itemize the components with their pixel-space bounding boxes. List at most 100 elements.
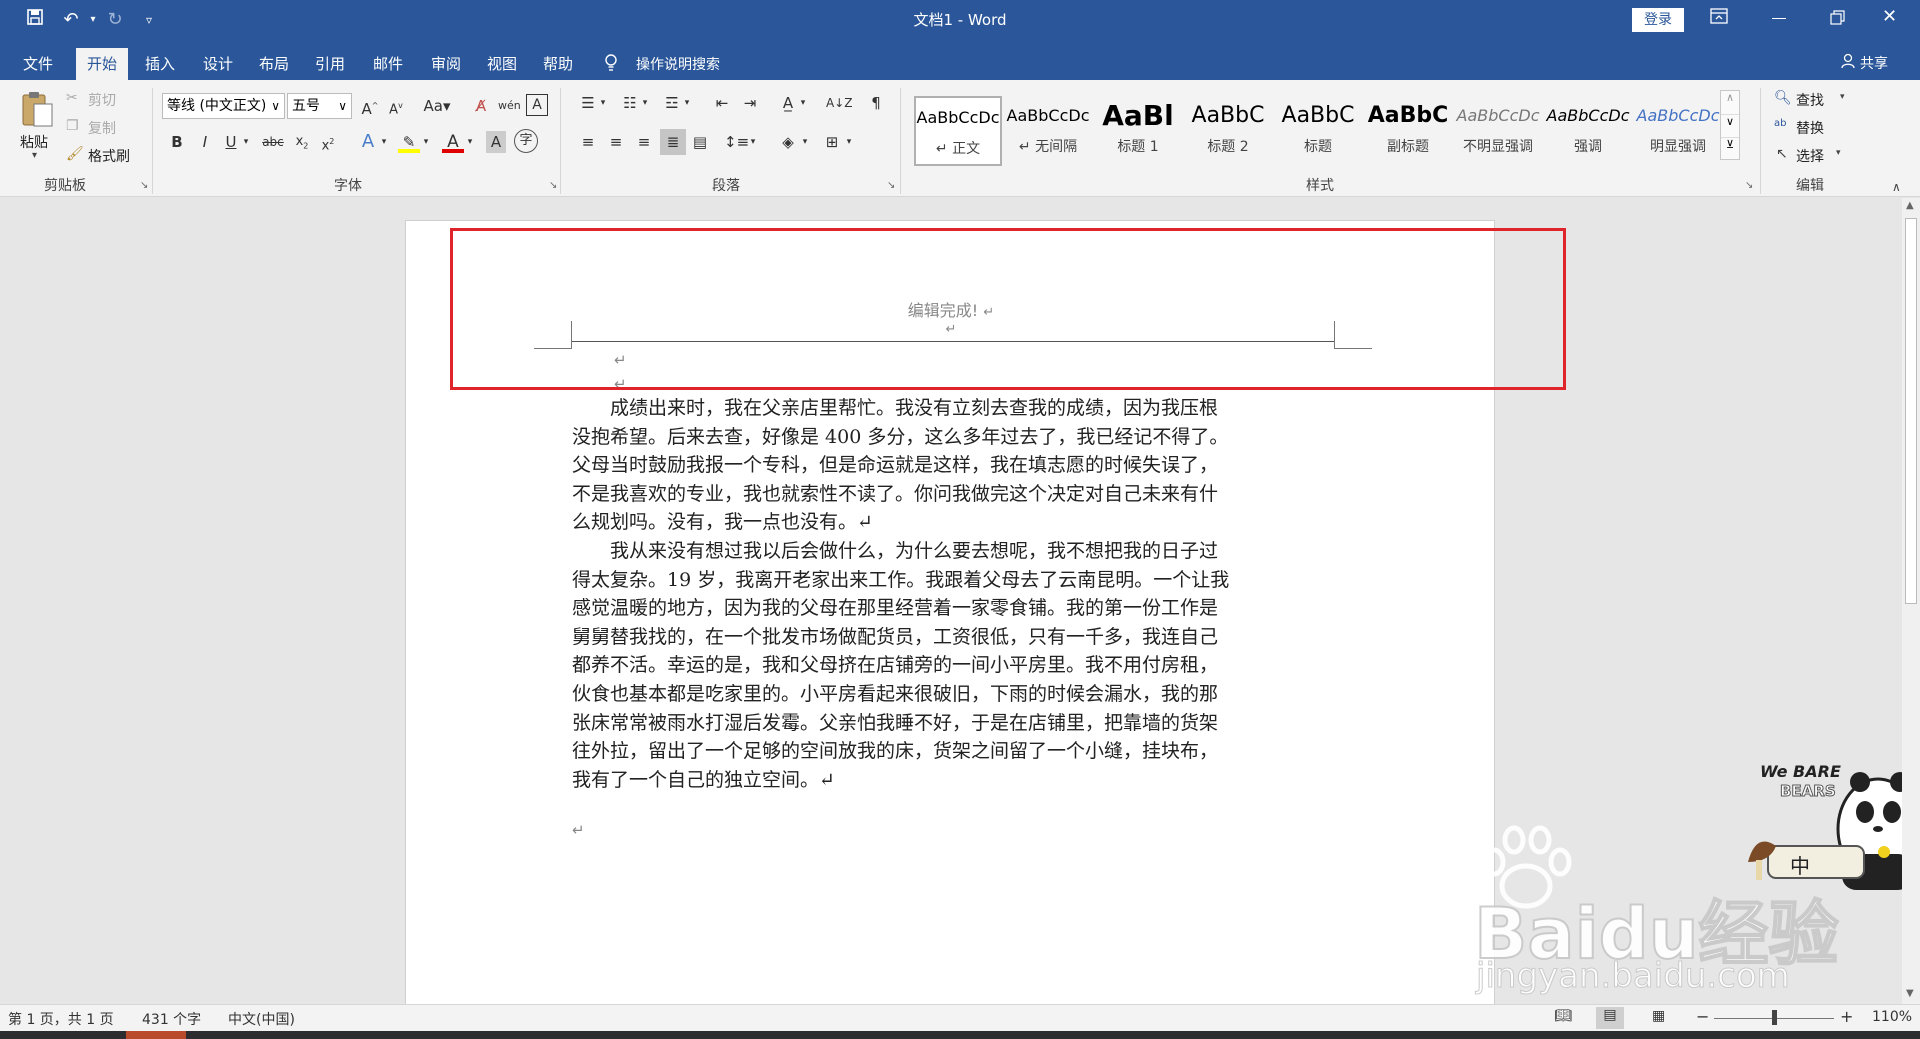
format-painter-button[interactable]: 格式刷: [88, 146, 130, 166]
styles-launcher-icon[interactable]: ↘: [1745, 180, 1753, 191]
clear-formatting-icon[interactable]: A̸: [470, 95, 492, 117]
subscript-icon[interactable]: x2: [292, 131, 312, 153]
word-count[interactable]: 431 个字: [142, 1009, 201, 1029]
tell-me-search[interactable]: 操作说明搜索: [636, 54, 720, 74]
read-mode-icon[interactable]: 📖︎: [1554, 1008, 1574, 1024]
chinese-layout-dropdown-icon[interactable]: ▾: [798, 92, 808, 114]
tab-file[interactable]: 文件: [12, 48, 64, 80]
zoom-slider-thumb[interactable]: [1772, 1010, 1777, 1025]
more-styles-icon[interactable]: ⊻: [1721, 137, 1739, 159]
font-size-combo[interactable]: 五号 ∨: [287, 93, 352, 119]
line-spacing-icon[interactable]: ↕≡: [724, 131, 749, 153]
align-left-icon[interactable]: ≡: [576, 131, 600, 153]
tab-view[interactable]: 视图: [476, 48, 528, 80]
shrink-font-icon[interactable]: Av: [386, 95, 406, 117]
paragraph-launcher-icon[interactable]: ↘: [887, 180, 895, 191]
print-layout-icon[interactable]: ▤: [1596, 1007, 1624, 1029]
restore-icon[interactable]: [1830, 10, 1846, 26]
zoom-out-icon[interactable]: −: [1696, 1007, 1709, 1026]
share-button[interactable]: 共享: [1860, 53, 1888, 73]
underline-dropdown-icon[interactable]: ▾: [240, 131, 252, 153]
select-dropdown-icon[interactable]: ▾: [1836, 148, 1841, 158]
style-title[interactable]: AaBbC 标题: [1274, 96, 1362, 166]
style-emphasis[interactable]: AaBbCcDc 强调: [1544, 96, 1632, 166]
clipboard-launcher-icon[interactable]: ↘: [140, 180, 148, 191]
font-launcher-icon[interactable]: ↘: [549, 180, 557, 191]
body-paragraph-2[interactable]: 我从来没有想过我以后会做什么，为什么要去想呢，我不想把我的日子过 得太复杂。19…: [572, 537, 1334, 794]
multilevel-list-icon[interactable]: ☲: [660, 92, 684, 114]
justify-icon[interactable]: ≣: [660, 129, 686, 155]
grow-font-icon[interactable]: A^: [360, 95, 380, 118]
collapse-ribbon-icon[interactable]: ∧: [1892, 180, 1901, 194]
line-spacing-dropdown-icon[interactable]: ▾: [748, 131, 758, 153]
tab-references[interactable]: 引用: [304, 48, 356, 80]
close-icon[interactable]: ✕: [1882, 6, 1897, 27]
taskbar-app-indicator[interactable]: [126, 1031, 186, 1039]
tab-review[interactable]: 审阅: [420, 48, 472, 80]
bold-icon[interactable]: B: [168, 131, 186, 153]
tab-layout[interactable]: 布局: [248, 48, 300, 80]
character-shading-icon[interactable]: A: [486, 131, 506, 153]
font-color-icon[interactable]: A: [442, 131, 464, 153]
style-subtle-emphasis[interactable]: AaBbCcDc 不明显强调: [1454, 96, 1542, 166]
font-name-combo[interactable]: 等线 (中文正文) ∨: [162, 93, 285, 119]
replace-button[interactable]: 替换: [1796, 118, 1824, 138]
numbering-icon[interactable]: ☷: [618, 92, 642, 114]
bullets-icon[interactable]: ☰: [576, 92, 600, 114]
chevron-down-icon[interactable]: ∨: [1721, 114, 1739, 137]
font-color-dropdown-icon[interactable]: ▾: [464, 131, 476, 153]
italic-icon[interactable]: I: [196, 131, 214, 153]
change-case-icon[interactable]: Aa▾: [420, 95, 454, 117]
enclose-characters-icon[interactable]: 字: [514, 129, 538, 153]
language[interactable]: 中文(中国): [228, 1009, 295, 1029]
chinese-layout-icon[interactable]: A̲: [776, 92, 800, 114]
numbering-dropdown-icon[interactable]: ▾: [640, 92, 650, 114]
chevron-up-icon[interactable]: ∧: [1721, 91, 1739, 114]
scroll-up-icon[interactable]: ▲: [1906, 200, 1914, 211]
show-marks-icon[interactable]: ¶: [864, 92, 888, 114]
tab-mailings[interactable]: 邮件: [362, 48, 414, 80]
underline-icon[interactable]: U: [222, 131, 240, 153]
find-dropdown-icon[interactable]: ▾: [1840, 92, 1845, 102]
shading-dropdown-icon[interactable]: ▾: [800, 131, 810, 153]
style-no-spacing[interactable]: AaBbCcDc ↵ 无间隔: [1004, 96, 1092, 166]
decrease-indent-icon[interactable]: ⇤: [710, 92, 734, 114]
style-heading-2[interactable]: AaBbC 标题 2: [1184, 96, 1272, 166]
phonetic-guide-icon[interactable]: wén: [498, 95, 521, 117]
style-intense-emphasis[interactable]: AaBbCcDc 明显强调: [1634, 96, 1722, 166]
vertical-scrollbar[interactable]: ▲ ▼: [1902, 198, 1920, 1004]
save-icon[interactable]: [22, 8, 48, 32]
ribbon-display-options-icon[interactable]: [1710, 8, 1734, 32]
zoom-in-icon[interactable]: +: [1840, 1007, 1853, 1026]
highlight-dropdown-icon[interactable]: ▾: [420, 131, 432, 153]
style-normal[interactable]: AaBbCcDc ↵ 正文: [914, 96, 1002, 166]
paste-dropdown-icon[interactable]: ▾: [32, 150, 37, 161]
style-heading-1[interactable]: AaBl 标题 1: [1094, 96, 1182, 166]
copy-button[interactable]: 复制: [88, 118, 116, 138]
text-effects-icon[interactable]: A: [358, 131, 378, 153]
highlight-icon[interactable]: ✎: [398, 131, 420, 153]
web-layout-icon[interactable]: ▦: [1652, 1008, 1672, 1024]
shading-icon[interactable]: ◈: [776, 131, 800, 153]
paste-button[interactable]: 粘贴: [20, 132, 48, 152]
customize-qat-icon[interactable]: ▿: [136, 8, 162, 32]
increase-indent-icon[interactable]: ⇥: [738, 92, 762, 114]
tab-insert[interactable]: 插入: [134, 48, 186, 80]
scrollbar-thumb[interactable]: [1905, 218, 1917, 604]
find-button[interactable]: 查找: [1796, 90, 1824, 110]
cut-button[interactable]: 剪切: [88, 90, 116, 110]
character-border-icon[interactable]: A: [526, 94, 548, 116]
align-right-icon[interactable]: ≡: [632, 131, 656, 153]
borders-icon[interactable]: ⊞: [820, 131, 844, 153]
text-effects-dropdown-icon[interactable]: ▾: [378, 131, 390, 153]
superscript-icon[interactable]: x2: [318, 131, 338, 153]
select-button[interactable]: 选择: [1796, 146, 1824, 166]
zoom-level[interactable]: 110%: [1872, 1009, 1912, 1025]
bullets-dropdown-icon[interactable]: ▾: [598, 92, 608, 114]
minimize-icon[interactable]: [1772, 18, 1786, 19]
strikethrough-icon[interactable]: abc: [260, 131, 286, 153]
page-count[interactable]: 第 1 页，共 1 页: [8, 1009, 114, 1029]
align-center-icon[interactable]: ≡: [604, 131, 628, 153]
login-button[interactable]: 登录: [1632, 8, 1684, 32]
tab-design[interactable]: 设计: [192, 48, 244, 80]
